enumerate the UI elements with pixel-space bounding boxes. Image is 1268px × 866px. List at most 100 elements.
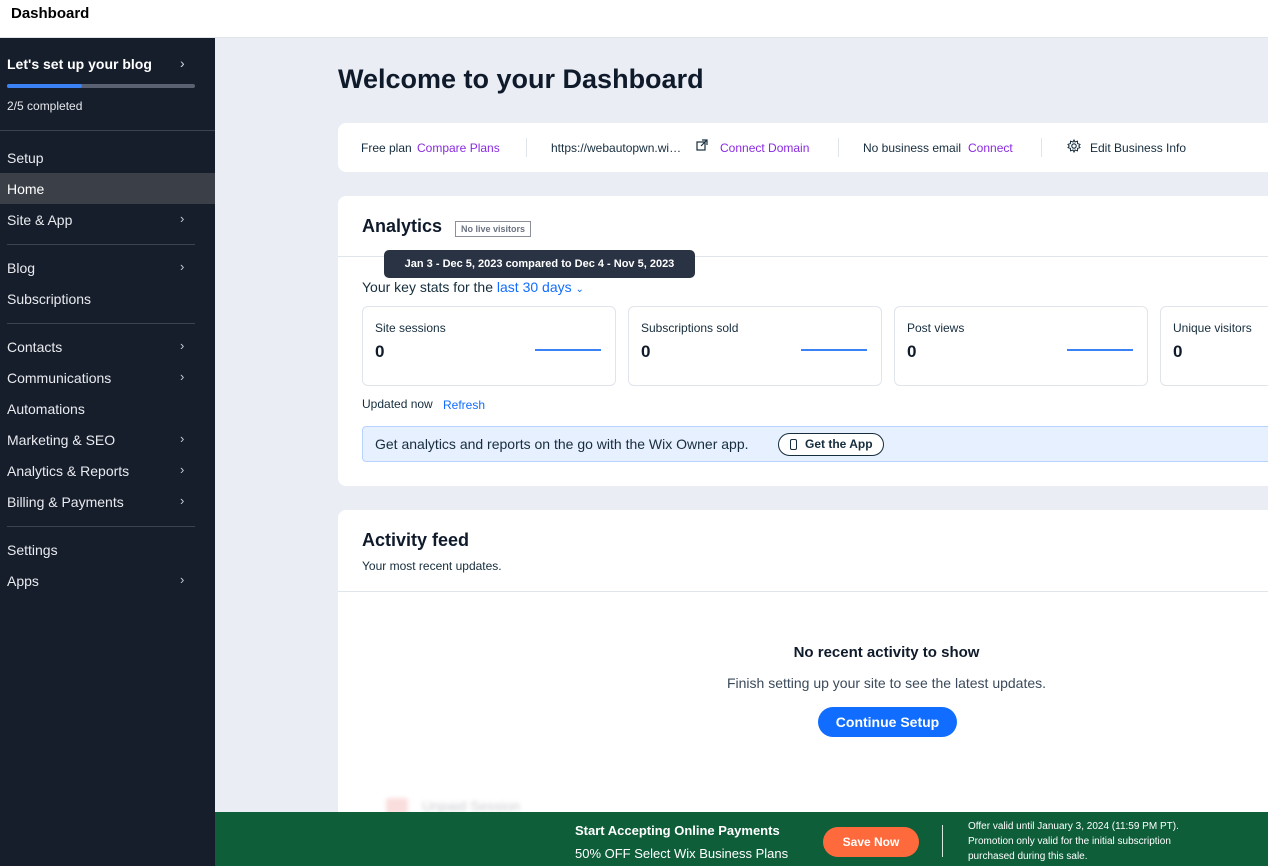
sidebar-item-blog[interactable]: Blog › [0,252,215,283]
setup-title[interactable]: Let's set up your blog [7,56,152,72]
page-title: Welcome to your Dashboard [338,64,704,94]
stat-unique-visitors[interactable]: Unique visitors 0 [1160,306,1268,386]
date-range-tooltip: Jan 3 - Dec 5, 2023 compared to Dec 4 - … [384,250,695,278]
sidebar: Let's set up your blog › 2/5 completed S… [0,38,215,866]
key-stats-prefix: Your key stats for the [362,279,493,295]
sidebar-item-label: Billing & Payments [7,493,124,510]
period-label: last 30 days [496,279,572,295]
sidebar-item-analytics-reports[interactable]: Analytics & Reports › [0,455,215,486]
stat-site-sessions[interactable]: Site sessions 0 [362,306,616,386]
sidebar-item-settings[interactable]: Settings [0,534,215,565]
key-stats-text: Your key stats for the last 30 days ⌄ [362,279,584,295]
chevron-right-icon: › [180,369,185,384]
site-url[interactable]: https://webautopwn.wi… [551,141,681,155]
stat-label: Unique visitors [1173,321,1252,335]
sidebar-item-site-app[interactable]: Site & App › [0,204,215,235]
gear-icon[interactable] [1067,138,1081,156]
edit-business-info-link[interactable]: Edit Business Info [1090,141,1186,155]
stat-subscriptions-sold[interactable]: Subscriptions sold 0 [628,306,882,386]
divider [942,825,943,857]
stat-label: Subscriptions sold [641,321,739,335]
connect-email-link[interactable]: Connect [968,141,1013,155]
setup-progress-bar [7,84,195,88]
sidebar-item-automations[interactable]: Automations [0,393,215,424]
app-promo-text: Get analytics and reports on the go with… [375,436,749,452]
stat-label: Post views [907,321,965,335]
chevron-right-icon: › [180,493,185,508]
get-app-label: Get the App [805,437,873,451]
sidebar-divider [7,323,195,324]
chevron-right-icon: › [180,572,185,587]
plan-label: Free plan [361,141,412,155]
stat-label: Site sessions [375,321,446,335]
site-info-bar: Free plan Compare Plans https://webautop… [338,123,1268,172]
business-email-label: No business email [863,141,962,155]
sparkline [535,349,601,351]
banner-title: Start Accepting Online Payments [575,823,780,838]
activity-subtitle: Your most recent updates. [362,559,502,573]
sidebar-item-label: Automations [7,400,85,417]
empty-state-subtitle: Finish setting up your site to see the l… [726,675,1047,691]
get-app-button[interactable]: Get the App [778,433,884,456]
app-promo-strip: Get analytics and reports on the go with… [362,426,1268,462]
sidebar-item-setup[interactable]: Setup [0,142,215,173]
chevron-right-icon: › [180,55,185,71]
activity-title: Activity feed [362,530,470,550]
analytics-card: Analytics No live visitors Your key stat… [338,196,1268,486]
chevron-right-icon: › [180,211,185,226]
divider [338,591,1268,592]
app-title: Dashboard [11,5,90,22]
top-bar: Dashboard [0,0,1268,38]
chevron-right-icon: › [180,431,185,446]
sidebar-item-label: Subscriptions [7,290,92,307]
sidebar-item-home[interactable]: Home [0,173,215,204]
chevron-right-icon: › [180,338,185,353]
external-link-icon[interactable] [696,139,708,154]
chevron-right-icon: › [180,259,185,274]
setup-progress-text: 2/5 completed [7,99,83,113]
sidebar-item-label: Site & App [7,211,73,228]
analytics-title: Analytics [362,216,443,236]
stat-value: 0 [375,342,385,361]
updated-text: Updated now [362,397,433,411]
sparkline [801,349,867,351]
sidebar-item-communications[interactable]: Communications › [0,362,215,393]
sidebar-item-label: Marketing & SEO [7,431,116,448]
stat-value: 0 [1173,342,1183,361]
divider [838,138,839,157]
sidebar-item-label: Analytics & Reports [7,462,130,479]
save-now-button[interactable]: Save Now [823,827,919,857]
banner-subtitle: 50% OFF Select Wix Business Plans [575,846,789,861]
stat-value: 0 [641,342,651,361]
stat-post-views[interactable]: Post views 0 [894,306,1148,386]
sidebar-item-label: Apps [7,572,39,589]
setup-progress-fill [7,84,83,88]
refresh-link[interactable]: Refresh [443,398,485,412]
main-content: Welcome to your Dashboard Free plan Comp… [215,38,1268,866]
sidebar-item-label: Settings [7,541,58,558]
sidebar-item-contacts[interactable]: Contacts › [0,331,215,362]
compare-plans-link[interactable]: Compare Plans [417,141,500,155]
empty-state-title: No recent activity to show [793,644,980,661]
sidebar-item-subscriptions[interactable]: Subscriptions [0,283,215,314]
phone-icon [790,439,797,450]
period-dropdown[interactable]: last 30 days ⌄ [497,279,584,295]
activity-feed-card: Activity feed Your most recent updates. … [338,510,1268,830]
sidebar-item-label: Setup [7,149,44,166]
chevron-down-icon: ⌄ [575,284,584,295]
connect-domain-link[interactable]: Connect Domain [720,141,809,155]
offer-terms: Offer valid until January 3, 2024 (11:59… [968,821,1179,862]
sidebar-item-billing-payments[interactable]: Billing & Payments › [0,486,215,517]
stat-value: 0 [907,342,917,361]
chevron-right-icon: › [180,462,185,477]
divider [526,138,527,157]
sidebar-item-marketing-seo[interactable]: Marketing & SEO › [0,424,215,455]
continue-setup-button[interactable]: Continue Setup [818,707,957,737]
divider [1041,138,1042,157]
sidebar-item-label: Home [7,180,45,197]
promo-banner: Start Accepting Online Payments 50% OFF … [215,812,1268,866]
sidebar-divider [7,526,195,527]
sidebar-item-label: Communications [7,369,112,386]
setup-card[interactable]: Let's set up your blog › 2/5 completed [0,38,215,131]
sidebar-item-apps[interactable]: Apps › [0,565,215,596]
